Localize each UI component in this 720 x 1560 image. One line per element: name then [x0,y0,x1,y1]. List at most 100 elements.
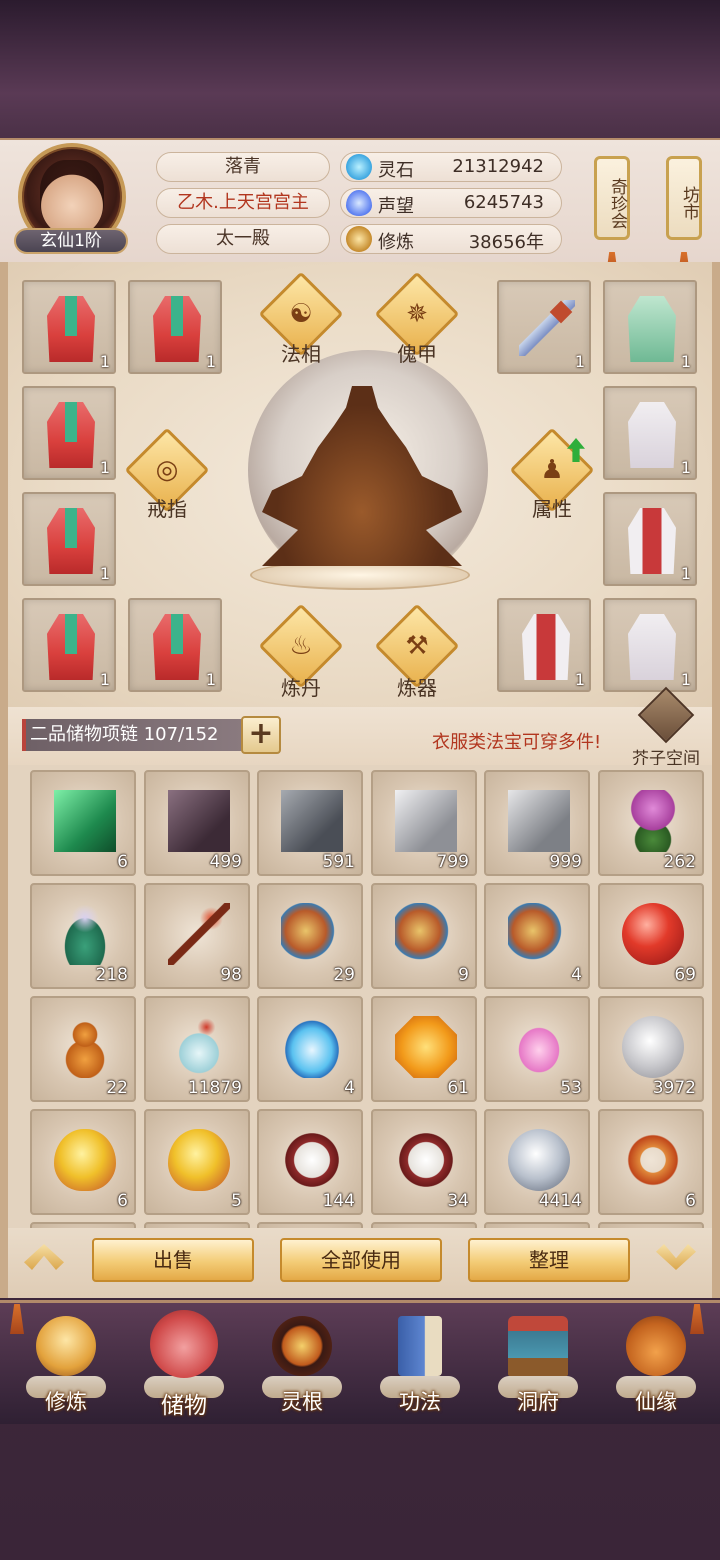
anvil-icon: ⚒ [405,631,429,661]
red-robe-icon [47,296,95,362]
item-count: 1 [680,670,691,689]
equip-slot[interactable]: 1 [603,280,697,374]
dharma-label: 法相 [281,342,321,366]
storage-name: 二品储物项链 [30,724,138,745]
equip-slot[interactable]: 1 [497,598,591,692]
sell-button[interactable]: 出售 [92,1238,254,1282]
technique-book-icon [398,1316,442,1376]
inventory-slot[interactable]: 4414 [484,1109,590,1215]
equip-slot[interactable]: 1 [603,492,697,586]
purple-ore-icon [168,790,230,852]
equip-slot[interactable]: 1 [22,598,116,692]
nav-cultivate[interactable]: 修炼 [16,1310,116,1418]
spirit-stone-icon [346,154,372,180]
resource-value: 21312942 [452,156,544,177]
equip-slot[interactable]: 1 [128,598,222,692]
inventory-slot[interactable]: 9 [371,883,477,989]
red-branch-icon [168,903,230,965]
pink-lotus-icon [508,1016,570,1078]
sword-icon [519,300,575,356]
inventory-slot[interactable]: 29 [257,883,363,989]
nav-technique[interactable]: 功法 [370,1310,470,1418]
avatar-portrait [40,160,104,236]
nav-storage[interactable]: 储物 [134,1310,234,1419]
dragon-egg-icon [54,1129,116,1191]
player-sect[interactable]: 太一殿 [156,224,330,254]
inventory-slot[interactable]: 34 [371,1109,477,1215]
equip-slot[interactable]: 1 [603,386,697,480]
nav-spirit-root[interactable]: 灵根 [252,1310,352,1418]
blue-bowl-icon [281,1016,343,1078]
equip-slot[interactable]: 1 [22,492,116,586]
grey-ore-icon [508,790,570,852]
inventory-slot[interactable]: 6 [30,1109,136,1215]
inventory-slot[interactable]: 799 [371,770,477,876]
resource-value: 6245743 [463,192,544,213]
item-count: 4414 [538,1191,582,1211]
inventory-slot[interactable]: 144 [257,1109,363,1215]
alchemy-label: 炼丹 [281,676,321,700]
equip-slot[interactable]: 1 [22,280,116,374]
market-button[interactable]: 坊市 [666,156,702,240]
green-robe-icon [628,296,676,362]
inventory-slot[interactable]: 11879 [144,996,250,1102]
nav-fortune[interactable]: 仙缘 [606,1310,706,1418]
inventory-slot[interactable]: 218 [30,883,136,989]
item-count: 69 [674,965,696,985]
item-count: 34 [447,1191,469,1211]
item-count: 4 [344,1078,355,1098]
ring-icon: ◎ [155,455,179,485]
inventory-slot[interactable]: 5 [144,1109,250,1215]
attribute-label: 属性 [532,497,572,521]
nav-label: 灵根 [281,1390,323,1414]
dragon-egg-icon [168,1129,230,1191]
inventory-slot[interactable]: 4 [484,883,590,989]
inventory-slot[interactable]: 3972 [598,996,704,1102]
equip-slot[interactable]: 1 [22,386,116,480]
item-count: 591 [322,852,355,872]
ring-label: 戒指 [147,497,187,521]
use-all-button[interactable]: 全部使用 [280,1238,442,1282]
item-count: 5 [231,1191,242,1211]
item-count: 218 [95,965,128,985]
inventory-slot[interactable]: 53 [484,996,590,1102]
amber-gem-icon [395,1016,457,1078]
resource-label: 声望 [378,196,414,217]
expand-storage-button[interactable]: + [241,716,281,754]
inventory-slot[interactable]: 262 [598,770,704,876]
nav-cave-mansion[interactable]: 洞府 [488,1310,588,1418]
item-count: 11879 [187,1078,242,1098]
equip-slot[interactable]: 1 [128,280,222,374]
nav-label: 储物 [161,1393,207,1419]
equip-slot[interactable]: 1 [603,598,697,692]
inventory-slot[interactable]: 6 [598,1109,704,1215]
green-herb-icon [54,903,116,965]
bronze-ring-icon [622,1129,684,1191]
item-count: 6 [685,1191,696,1211]
gourd-icon [54,1016,116,1078]
inventory-slot[interactable]: 98 [144,883,250,989]
inventory-slot[interactable]: 61 [371,996,477,1102]
inventory-slot[interactable]: 6 [30,770,136,876]
inventory-slot[interactable]: 999 [484,770,590,876]
item-count: 1 [574,670,585,689]
item-count: 1 [680,352,691,371]
inventory-slot[interactable]: 4 [257,996,363,1102]
inventory-slot[interactable]: 69 [598,883,704,989]
storage-label: 二品储物项链 107/152 [22,719,242,751]
item-count: 6 [117,852,128,872]
inventory-slot[interactable]: 22 [30,996,136,1102]
treasure-shop-button[interactable]: 奇珍会 [594,156,630,240]
red-robe-icon [153,296,201,362]
player-title[interactable]: 乙木.上天宫宫主 [156,188,330,218]
inventory-slot[interactable]: 591 [257,770,363,876]
dark-ore-icon [281,790,343,852]
sort-button[interactable]: 整理 [468,1238,630,1282]
equip-slot[interactable]: 1 [497,280,591,374]
item-count: 1 [680,458,691,477]
inventory-panel: 6 499 591 799 999 262 218 98 29 9 4 69 22 11879 4 61 53 3… [0,765,720,1228]
item-count: 1 [99,564,110,583]
red-orb-icon [622,903,684,965]
item-count: 1 [99,352,110,371]
inventory-slot[interactable]: 499 [144,770,250,876]
